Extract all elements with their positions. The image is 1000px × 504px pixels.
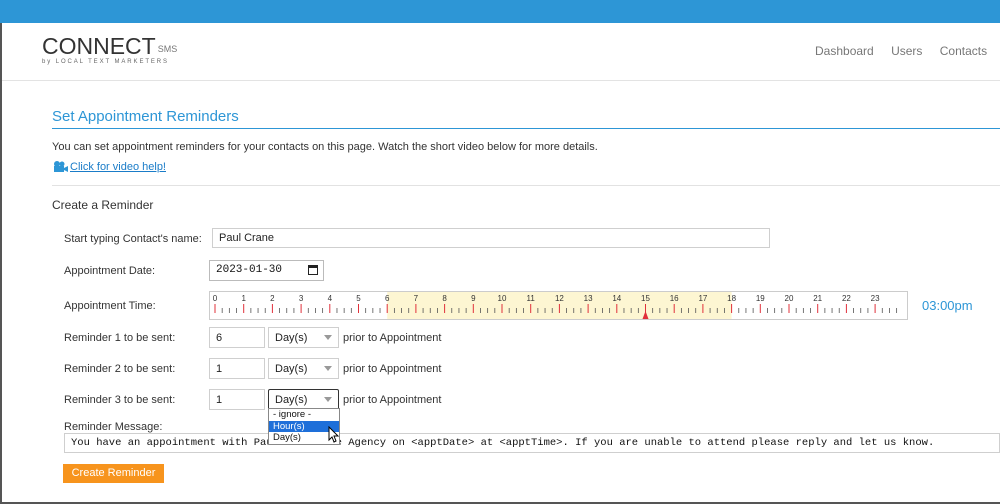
reminder-2-suffix: prior to Appointment <box>343 363 442 375</box>
dropdown-option-ignore[interactable]: - ignore - <box>269 409 339 421</box>
hour-tick-label: 17 <box>698 294 707 303</box>
hour-tick-label: 12 <box>555 294 564 303</box>
hour-tick-label: 4 <box>328 294 333 303</box>
reminder-1-unit-value: Day(s) <box>275 332 308 344</box>
contact-name-input[interactable]: Paul Crane <box>212 228 770 248</box>
brand-suffix: SMS <box>157 44 178 54</box>
hour-tick-label: 15 <box>641 294 650 303</box>
chevron-down-icon <box>324 366 332 371</box>
create-reminder-heading: Create a Reminder <box>52 198 154 212</box>
brand-tagline: by LOCAL TEXT MARKETERS <box>42 59 169 65</box>
hour-tick-label: 5 <box>356 294 361 303</box>
hour-tick-label: 10 <box>498 294 507 303</box>
reminder-3-unit-value: Day(s) <box>275 394 308 406</box>
appointment-time-value: 03:00pm <box>922 298 973 313</box>
title-divider <box>52 128 1000 129</box>
brand-name: CONNECT <box>42 33 156 59</box>
mouse-pointer-icon <box>328 426 340 443</box>
video-help-label: Click for video help! <box>70 161 166 173</box>
chevron-down-icon <box>324 335 332 340</box>
reminder-3-label: Reminder 3 to be sent: <box>64 394 176 406</box>
time-scale: 0 1 2 3 4 5 6 7 8 9 10 11 12 13 14 15 16 17 18 19 20 21 22 23 <box>213 292 898 319</box>
intro-text: You can set appointment reminders for yo… <box>52 141 598 153</box>
reminder-2-amount[interactable]: 1 <box>209 358 265 379</box>
hour-tick-label: 9 <box>471 294 476 303</box>
reminder-2-unit-select[interactable]: Day(s) <box>268 358 339 379</box>
hour-tick-label: 7 <box>414 294 419 303</box>
appointment-time-label: Appointment Time: <box>64 300 156 312</box>
appointment-time-slider[interactable]: 0 1 2 3 4 5 6 7 8 9 10 11 12 13 14 15 16 17 18 19 20 21 22 23 <box>209 291 908 320</box>
chevron-down-icon <box>324 397 332 402</box>
hour-tick-label: 11 <box>527 294 536 303</box>
nav-dashboard[interactable]: Dashboard <box>815 44 874 58</box>
reminder-1-label: Reminder 1 to be sent: <box>64 332 176 344</box>
hour-tick-label: 19 <box>756 294 765 303</box>
hour-tick-label: 8 <box>442 294 447 303</box>
hour-tick-label: 22 <box>842 294 851 303</box>
reminder-message-input[interactable]: You have an appointment with Paul's Serv… <box>64 433 1000 453</box>
site-header: CONNECT SMS by LOCAL TEXT MARKETERS Dashb… <box>2 23 1000 81</box>
brand-logo[interactable]: CONNECT SMS by LOCAL TEXT MARKETERS <box>42 33 177 65</box>
hour-tick-label: 16 <box>670 294 679 303</box>
hour-tick-label: 0 <box>213 294 218 303</box>
hour-tick-label: 18 <box>727 294 736 303</box>
hour-tick-label: 23 <box>871 294 880 303</box>
reminder-3-suffix: prior to Appointment <box>343 394 442 406</box>
hour-tick-label: 14 <box>612 294 621 303</box>
hour-tick-label: 1 <box>241 294 246 303</box>
section-divider <box>52 185 1000 186</box>
reminder-1-suffix: prior to Appointment <box>343 332 442 344</box>
hour-tick-label: 6 <box>385 294 390 303</box>
hour-tick-label: 20 <box>785 294 794 303</box>
nav-contacts[interactable]: Contacts <box>940 44 987 58</box>
hour-tick-label: 13 <box>584 294 593 303</box>
contact-name-label: Start typing Contact's name: <box>64 233 202 245</box>
nav-users[interactable]: Users <box>891 44 922 58</box>
hour-tick-label: 2 <box>270 294 275 303</box>
appointment-date-label: Appointment Date: <box>64 265 156 277</box>
top-accent-bar <box>0 0 1000 23</box>
reminder-2-unit-value: Day(s) <box>275 363 308 375</box>
appointment-date-value: 2023-01-30 <box>216 264 283 276</box>
main-nav: Dashboard Users Contacts CO <box>815 44 1000 58</box>
reminder-3-unit-select[interactable]: Day(s) <box>268 389 339 410</box>
reminder-1-amount[interactable]: 6 <box>209 327 265 348</box>
video-help-link[interactable]: Click for video help! <box>52 160 166 174</box>
hour-tick-label: 21 <box>813 294 822 303</box>
reminder-1-unit-select[interactable]: Day(s) <box>268 327 339 348</box>
reminder-2-label: Reminder 2 to be sent: <box>64 363 176 375</box>
hour-tick-label: 3 <box>299 294 304 303</box>
reminder-message-label: Reminder Message: <box>64 421 163 433</box>
calendar-icon[interactable] <box>308 265 318 275</box>
page-title: Set Appointment Reminders <box>52 108 239 125</box>
video-camera-icon <box>52 160 69 174</box>
appointment-date-input[interactable]: 2023-01-30 <box>209 260 324 281</box>
reminder-3-amount[interactable]: 1 <box>209 389 265 410</box>
create-reminder-button[interactable]: Create Reminder <box>63 464 164 483</box>
